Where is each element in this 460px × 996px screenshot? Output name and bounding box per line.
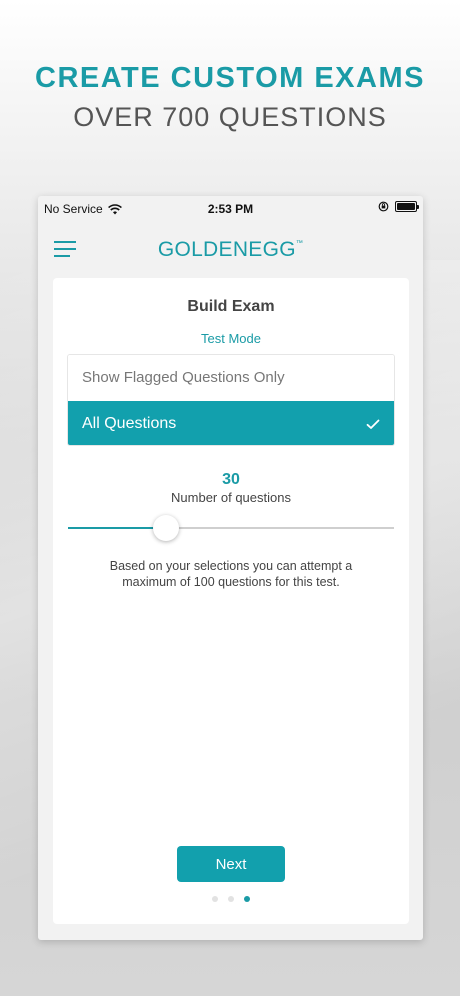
- nav-bar: GOLDENEGG™: [38, 232, 423, 268]
- logo-text: GOLDENEGG: [157, 238, 296, 261]
- page-dot-1[interactable]: [212, 896, 218, 902]
- slider-fill: [68, 527, 166, 529]
- status-right: [378, 201, 419, 212]
- option-label: Show Flagged Questions Only: [82, 369, 285, 386]
- trademark-mark: ™: [295, 240, 304, 247]
- question-count-slider[interactable]: [68, 514, 394, 542]
- status-time: 2:53 PM: [207, 202, 254, 216]
- next-button[interactable]: Next: [177, 846, 285, 882]
- page-dot-3[interactable]: [244, 896, 250, 902]
- page-dot-2[interactable]: [228, 896, 234, 902]
- card-title: Build Exam: [187, 298, 275, 315]
- option-label: All Questions: [82, 415, 177, 432]
- promo-subheadline: OVER 700 QUESTIONS: [73, 102, 387, 132]
- page-indicator: [53, 896, 409, 902]
- test-mode-label[interactable]: Test Mode: [53, 331, 409, 346]
- promo-headline: CREATE CUSTOM EXAMS: [35, 62, 425, 94]
- selection-info-text: Based on your selections you can attempt…: [109, 559, 353, 589]
- question-count-value: 30: [222, 471, 240, 488]
- battery-icon: [395, 201, 419, 212]
- slider-thumb[interactable]: [152, 515, 179, 541]
- battery-level: [397, 203, 415, 210]
- option-all-questions[interactable]: All Questions: [68, 401, 394, 445]
- checkmark-icon: [366, 419, 380, 429]
- golden-egg-logo: GOLDENEGG™: [38, 238, 423, 262]
- option-flagged-questions[interactable]: Show Flagged Questions Only: [68, 355, 394, 401]
- phone-screen: No Service 2:53 PM GOLDENEGG™ Build Exam…: [38, 196, 423, 940]
- question-filter-options: Show Flagged Questions Only All Question…: [67, 354, 395, 446]
- orientation-lock-icon: [378, 201, 389, 212]
- status-bar: No Service 2:53 PM: [38, 196, 423, 220]
- build-exam-card: Build Exam Test Mode Show Flagged Questi…: [53, 278, 409, 924]
- question-count-label: Number of questions: [171, 490, 291, 505]
